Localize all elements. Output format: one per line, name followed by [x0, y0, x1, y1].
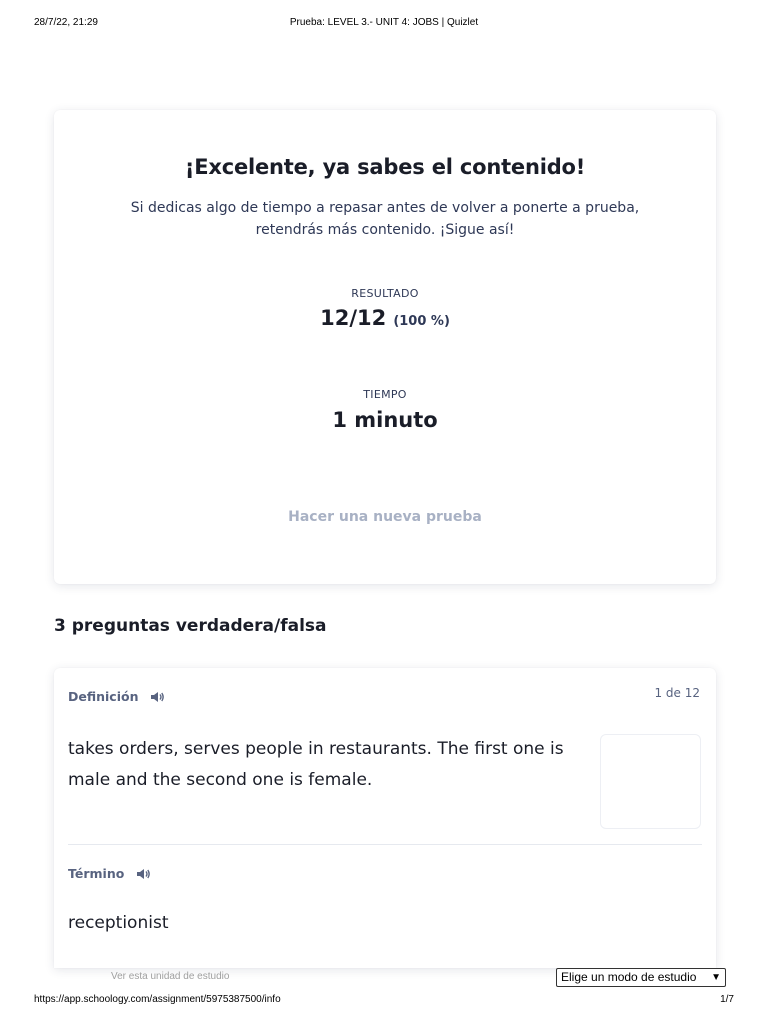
section-heading: 3 preguntas verdadera/falsa [54, 616, 327, 636]
score-label: RESULTADO [351, 287, 419, 300]
print-header: 28/7/22, 21:29 Prueba: LEVEL 3.- UNIT 4:… [0, 17, 768, 31]
score-percent: (100 %) [393, 314, 450, 329]
result-subtitle-line-2: retendrás más contenido. ¡Sigue así! [255, 222, 515, 238]
score-value: 12/12 [320, 306, 387, 330]
print-url: https://app.schoology.com/assignment/597… [34, 994, 281, 1005]
speaker-icon[interactable] [135, 867, 151, 881]
chevron-down-icon: ▼ [711, 972, 721, 983]
term-label: Término [68, 866, 125, 881]
term-header: Término [68, 866, 151, 881]
score-display: 12/12 (100 %) [54, 306, 716, 330]
speaker-icon[interactable] [149, 690, 165, 704]
result-card: ¡Excelente, ya sabes el contenido! Si de… [54, 110, 716, 584]
result-subtitle-line-1: Si dedicas algo de tiempo a repasar ante… [130, 200, 640, 216]
definition-label: Definición [68, 689, 139, 704]
result-subtitle: Si dedicas algo de tiempo a repasar ante… [114, 197, 656, 241]
study-mode-select[interactable]: Elige un modo de estudio ▼ [556, 968, 726, 987]
result-title: ¡Excelente, ya sabes el contenido! [184, 155, 586, 179]
retry-test-button[interactable]: Hacer una nueva prueba [54, 509, 716, 525]
print-page-number: 1/7 [720, 994, 734, 1005]
time-label: TIEMPO [363, 388, 407, 401]
question-counter: 1 de 12 [654, 686, 700, 700]
print-page-title: Prueba: LEVEL 3.- UNIT 4: JOBS | Quizlet [289, 17, 479, 28]
time-value: 1 minuto [332, 408, 438, 432]
term-text: receptionist [68, 913, 169, 933]
study-mode-select-value: Elige un modo de estudio [561, 970, 697, 984]
definition-header: Definición [68, 689, 165, 704]
question-card: Definición 1 de 12 takes orders, serves … [54, 668, 716, 968]
definition-image-placeholder [600, 734, 701, 829]
study-set-link[interactable]: Ver esta unidad de estudio [111, 971, 229, 982]
divider [68, 844, 702, 845]
print-footer: https://app.schoology.com/assignment/597… [0, 994, 768, 1008]
definition-text: takes orders, serves people in restauran… [68, 739, 564, 790]
